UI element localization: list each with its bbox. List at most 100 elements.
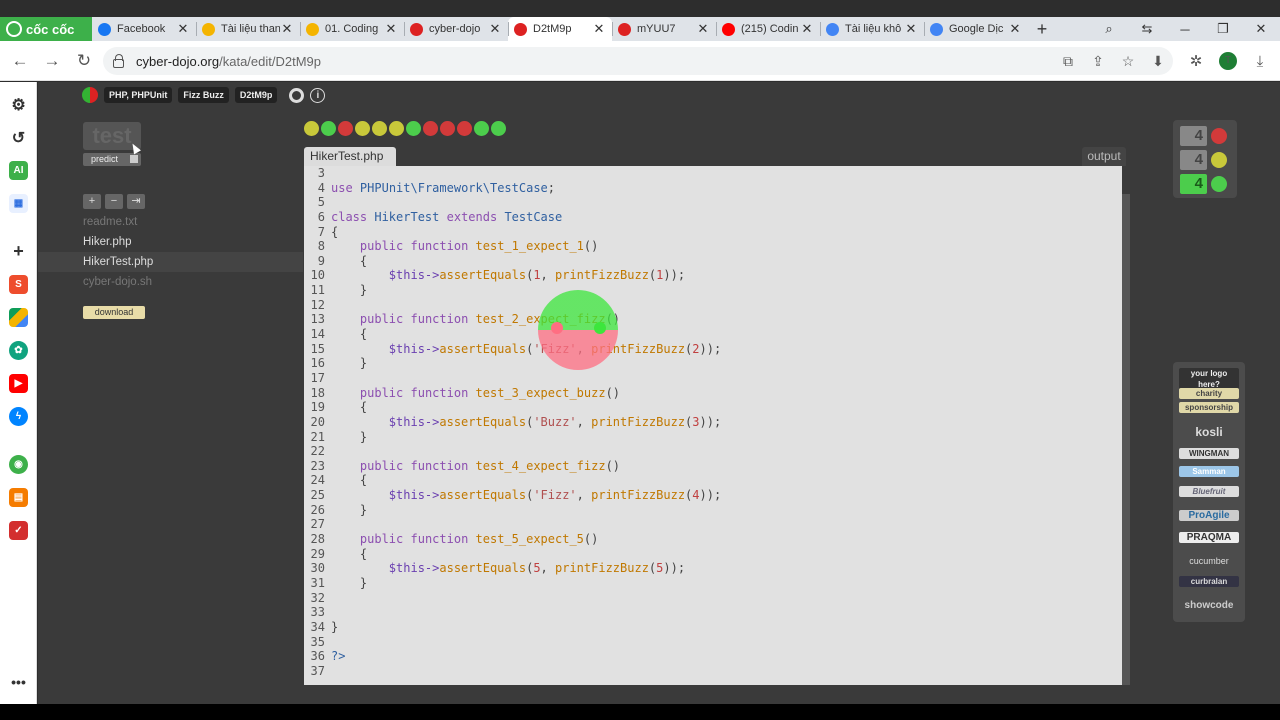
minimize-button[interactable]: ─ [1166,22,1204,37]
sponsor-wingman[interactable]: WINGMAN [1179,448,1239,459]
maximize-button[interactable]: ❐ [1204,21,1242,37]
editor-scrollbar[interactable] [1122,194,1130,685]
sponsor-header[interactable]: your logo here? [1179,368,1239,390]
file-item[interactable]: cyber-dojo.sh [38,272,303,292]
browser-tab[interactable]: D2tM9p ✕ [508,17,612,41]
tab-close-icon[interactable]: ✕ [800,21,814,37]
more-icon[interactable]: ••• [9,672,28,691]
shopee-icon[interactable]: S [9,275,28,294]
file-item[interactable]: readme.txt [38,212,303,232]
file-item[interactable]: HikerTest.php [38,252,303,272]
sponsor-kosli[interactable]: kosli [1179,424,1239,440]
create-file-button[interactable]: + [83,194,101,209]
line-number: 13 [310,312,325,327]
traffic-light-green[interactable] [474,121,489,136]
file-item[interactable]: Hiker.php [38,232,303,252]
code-line: 8 public function test_1_expect_1() [304,239,1122,254]
traffic-light-amber[interactable] [372,121,387,136]
sponsor-bluefruit[interactable]: Bluefruit [1179,486,1239,497]
traffic-light-green[interactable] [321,121,336,136]
traffic-light-red[interactable] [457,121,472,136]
shop-icon[interactable]: ▤ [9,488,28,507]
back-icon[interactable]: ← [4,51,36,71]
calendar-icon[interactable]: ▦ [9,194,28,213]
traffic-light-red[interactable] [423,121,438,136]
sponsor-praqma[interactable]: PRAQMA [1179,532,1239,543]
lock-icon [113,53,124,68]
browser-tab[interactable]: Google Dịc ✕ [924,17,1028,41]
predict-label: predict [91,154,119,164]
rename-file-button[interactable]: ⇥ [127,194,145,209]
tab-close-icon[interactable]: ✕ [696,21,710,37]
download-page-icon[interactable]: ⬇ [1143,53,1173,70]
browser-tab[interactable]: cyber-dojo ✕ [404,17,508,41]
delete-file-button[interactable]: − [105,194,123,209]
translate-icon[interactable]: ⧉ [1053,53,1083,70]
predict-toggle[interactable]: predict [83,153,141,166]
browser-tab[interactable]: mYUU7 ✕ [612,17,716,41]
todo-icon[interactable]: ✓ [9,521,28,540]
browser-brand[interactable]: cốc cốc [0,17,92,41]
messenger-icon[interactable]: ϟ [9,407,28,426]
settings-icon[interactable]: ⚙ [9,95,28,114]
tab-close-icon[interactable]: ✕ [176,21,190,37]
extensions-icon[interactable]: ✲ [1180,52,1212,70]
profile-avatar[interactable]: T [1219,52,1237,70]
traffic-light-amber[interactable] [389,121,404,136]
browser-tab[interactable]: Tài liệu khô ✕ [820,17,924,41]
address-bar: ← → ↻ cyber-dojo.org/kata/edit/D2tM9p ⧉ … [0,41,1280,81]
add-app-icon[interactable]: + [9,241,28,261]
code-text: $this->assertEquals('Buzz', printFizzBuz… [388,414,722,429]
predict-checkbox[interactable] [130,155,138,163]
traffic-light-red[interactable] [338,121,353,136]
charity-link[interactable]: charity [1179,388,1239,399]
code-text: $this->assertEquals('Fizz', printFizzBuz… [388,488,722,503]
share-icon[interactable]: ⇪ [1083,53,1113,70]
browser-tab[interactable]: 01. Coding ✕ [300,17,404,41]
download-button[interactable]: download [83,306,145,319]
sponsor-curbralan[interactable]: curbralan [1179,576,1239,587]
bookmark-star-icon[interactable]: ☆ [1113,53,1143,70]
sponsor-showcode[interactable]: showcode [1179,600,1239,611]
sync-icon[interactable]: ⇆ [1128,21,1166,37]
traffic-light-amber[interactable] [304,121,319,136]
tab-close-icon[interactable]: ✕ [384,21,398,37]
info-icon[interactable]: i [310,87,326,103]
forward-icon[interactable]: → [36,51,68,71]
editor-filename-tab[interactable]: HikerTest.php [304,147,396,166]
youtube-icon[interactable]: ▶ [9,374,28,393]
traffic-light-amber[interactable] [355,121,370,136]
code-line: 31 } [304,576,1122,591]
traffic-light-green[interactable] [491,121,506,136]
sponsor-cucumber[interactable]: cucumber [1179,556,1239,567]
url-field[interactable]: cyber-dojo.org/kata/edit/D2tM9p ⧉ ⇪ ☆ ⬇ [103,47,1173,75]
traffic-light-green[interactable] [406,121,421,136]
sponsor-proagile[interactable]: ProAgile [1179,510,1239,521]
sponsor-samman[interactable]: Samman [1179,466,1239,477]
close-window-button[interactable]: ✕ [1242,21,1280,37]
ai-icon[interactable]: AI [9,161,28,180]
chatgpt-icon[interactable]: ✿ [9,341,28,360]
tab-close-icon[interactable]: ✕ [280,21,294,37]
tab-close-icon[interactable]: ✕ [592,21,606,37]
reload-icon[interactable]: ↻ [68,51,100,71]
browser-tab[interactable]: Facebook ✕ [92,17,196,41]
cyber-dojo-logo-icon[interactable] [82,87,98,103]
traffic-light-red[interactable] [440,121,455,136]
sponsorship-link[interactable]: sponsorship [1179,402,1239,413]
tab-close-icon[interactable]: ✕ [488,21,502,37]
google-drive-icon[interactable] [9,308,28,327]
line-number: 16 [310,356,325,371]
browser-tab[interactable]: Tài liệu than ✕ [196,17,300,41]
gear-icon[interactable] [289,87,305,103]
downloads-icon[interactable]: ⤓ [1244,53,1276,70]
tab-close-icon[interactable]: ✕ [1008,21,1022,37]
code-editor[interactable]: 3 4 use PHPUnit\Framework\TestCase; 5 6 class… [304,166,1122,685]
history-icon[interactable]: ↺ [9,128,28,147]
maps-icon[interactable]: ◉ [9,455,28,474]
tab-close-icon[interactable]: ✕ [904,21,918,37]
browser-tab[interactable]: (215) Codin ✕ [716,17,820,41]
tab-search-icon[interactable]: ⌕ [1090,21,1128,37]
new-tab-button[interactable]: + [1028,19,1056,40]
output-tab[interactable]: output [1082,147,1126,166]
